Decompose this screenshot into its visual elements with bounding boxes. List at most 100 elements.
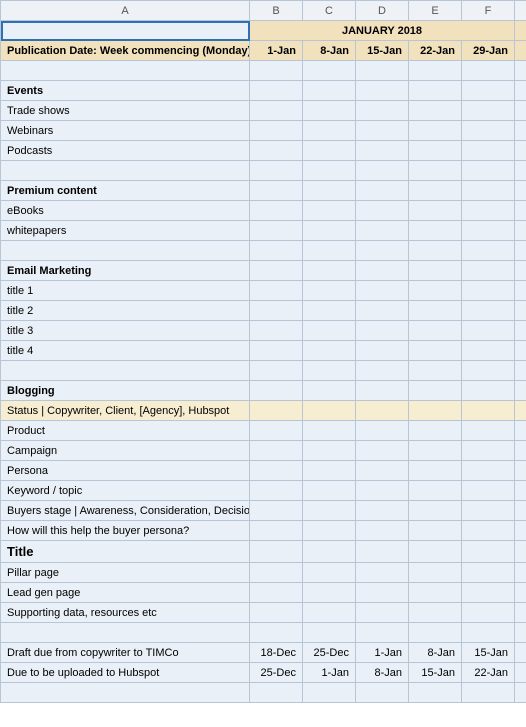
cell[interactable] bbox=[356, 583, 409, 603]
cell[interactable] bbox=[303, 461, 356, 481]
cell[interactable] bbox=[250, 181, 303, 201]
cell[interactable] bbox=[356, 683, 409, 703]
col-header-g[interactable] bbox=[515, 1, 526, 21]
cell[interactable] bbox=[1, 623, 250, 643]
cell-label[interactable]: Keyword / topic bbox=[1, 481, 250, 501]
cell[interactable] bbox=[409, 563, 462, 583]
cell[interactable] bbox=[515, 141, 526, 161]
cell[interactable] bbox=[515, 643, 526, 663]
cell-label[interactable]: Pillar page bbox=[1, 563, 250, 583]
cell[interactable] bbox=[303, 241, 356, 261]
cell[interactable] bbox=[356, 181, 409, 201]
cell[interactable] bbox=[462, 261, 515, 281]
cell[interactable] bbox=[515, 201, 526, 221]
cell[interactable] bbox=[462, 521, 515, 541]
cell[interactable] bbox=[409, 521, 462, 541]
cell[interactable] bbox=[356, 121, 409, 141]
cell[interactable] bbox=[462, 201, 515, 221]
cell[interactable] bbox=[303, 321, 356, 341]
cell-edge[interactable] bbox=[515, 21, 526, 41]
cell[interactable] bbox=[250, 81, 303, 101]
title-row-label[interactable]: Title bbox=[1, 541, 250, 563]
cell[interactable] bbox=[303, 623, 356, 643]
blogging-title[interactable]: Blogging bbox=[1, 381, 250, 401]
cell[interactable] bbox=[303, 341, 356, 361]
cell[interactable] bbox=[409, 623, 462, 643]
cell[interactable] bbox=[250, 121, 303, 141]
cell[interactable] bbox=[250, 201, 303, 221]
blogging-status[interactable]: Status | Copywriter, Client, [Agency], H… bbox=[1, 401, 250, 421]
cell[interactable] bbox=[462, 501, 515, 521]
cell[interactable] bbox=[409, 61, 462, 81]
cell[interactable] bbox=[515, 421, 526, 441]
cell[interactable] bbox=[462, 321, 515, 341]
cell-label[interactable]: Podcasts bbox=[1, 141, 250, 161]
cell[interactable] bbox=[356, 81, 409, 101]
cell[interactable] bbox=[409, 301, 462, 321]
cell[interactable] bbox=[462, 683, 515, 703]
cell[interactable] bbox=[356, 261, 409, 281]
cell[interactable] bbox=[409, 121, 462, 141]
cell-label[interactable]: Buyers stage | Awareness, Consideration,… bbox=[1, 501, 250, 521]
cell[interactable] bbox=[356, 421, 409, 441]
col-header-e[interactable]: E bbox=[409, 1, 462, 21]
cell[interactable] bbox=[409, 541, 462, 563]
email-title[interactable]: Email Marketing bbox=[1, 261, 250, 281]
cell[interactable] bbox=[250, 361, 303, 381]
cell[interactable] bbox=[515, 261, 526, 281]
cell[interactable] bbox=[462, 623, 515, 643]
cell[interactable] bbox=[250, 241, 303, 261]
cell[interactable] bbox=[515, 401, 526, 421]
upload-date-1[interactable]: 1-Jan bbox=[303, 663, 356, 683]
cell[interactable] bbox=[250, 261, 303, 281]
cell[interactable] bbox=[356, 541, 409, 563]
date-3[interactable]: 22-Jan bbox=[409, 41, 462, 61]
cell[interactable] bbox=[356, 101, 409, 121]
cell[interactable] bbox=[462, 421, 515, 441]
cell[interactable] bbox=[409, 241, 462, 261]
cell[interactable] bbox=[356, 341, 409, 361]
cell[interactable] bbox=[356, 201, 409, 221]
cell-label[interactable]: title 2 bbox=[1, 301, 250, 321]
cell[interactable] bbox=[250, 341, 303, 361]
cell[interactable] bbox=[356, 281, 409, 301]
cell[interactable] bbox=[303, 563, 356, 583]
cell[interactable] bbox=[515, 361, 526, 381]
cell[interactable] bbox=[515, 101, 526, 121]
cell[interactable] bbox=[303, 201, 356, 221]
cell[interactable] bbox=[409, 161, 462, 181]
cell[interactable] bbox=[356, 161, 409, 181]
cell[interactable] bbox=[409, 341, 462, 361]
events-title[interactable]: Events bbox=[1, 81, 250, 101]
cell[interactable] bbox=[515, 381, 526, 401]
cell[interactable] bbox=[356, 401, 409, 421]
cell[interactable] bbox=[303, 603, 356, 623]
cell[interactable] bbox=[462, 583, 515, 603]
cell[interactable] bbox=[356, 603, 409, 623]
cell[interactable] bbox=[515, 81, 526, 101]
cell[interactable] bbox=[356, 461, 409, 481]
cell[interactable] bbox=[515, 663, 526, 683]
spreadsheet[interactable]: A B C D E F JANUARY 2018 Publication Dat… bbox=[0, 0, 526, 703]
month-title[interactable]: JANUARY 2018 bbox=[250, 21, 515, 41]
cell[interactable] bbox=[356, 501, 409, 521]
date-1[interactable]: 8-Jan bbox=[303, 41, 356, 61]
cell[interactable] bbox=[250, 501, 303, 521]
cell[interactable] bbox=[250, 281, 303, 301]
cell[interactable] bbox=[303, 481, 356, 501]
draft-date-3[interactable]: 8-Jan bbox=[409, 643, 462, 663]
cell[interactable] bbox=[303, 521, 356, 541]
cell[interactable] bbox=[462, 281, 515, 301]
cell[interactable] bbox=[515, 583, 526, 603]
cell[interactable] bbox=[250, 481, 303, 501]
cell-a1[interactable] bbox=[1, 21, 250, 41]
cell[interactable] bbox=[303, 401, 356, 421]
cell[interactable] bbox=[250, 603, 303, 623]
cell[interactable] bbox=[409, 381, 462, 401]
upload-date-4[interactable]: 22-Jan bbox=[462, 663, 515, 683]
cell[interactable] bbox=[462, 341, 515, 361]
cell[interactable] bbox=[303, 181, 356, 201]
cell[interactable] bbox=[409, 401, 462, 421]
cell[interactable] bbox=[409, 481, 462, 501]
date-0[interactable]: 1-Jan bbox=[250, 41, 303, 61]
